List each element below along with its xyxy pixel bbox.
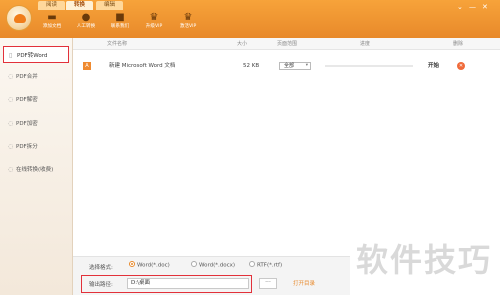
sidebar-item-pdf-decrypt[interactable]: ◌ PDF解密 (3, 91, 69, 108)
page-range-select[interactable]: 全部 ▾ (279, 62, 311, 70)
activate-vip-button[interactable]: ♛ 激活VIP (173, 12, 203, 31)
sidebar-item-pdf-encrypt[interactable]: ◌ PDF加密 (3, 115, 69, 132)
sidebar: ▯ PDF转Word ◌ PDF合并 ◌ PDF解密 ◌ PDF加密 ◌ PDF拆分 ◌ 在… (0, 38, 73, 295)
radio-rtf[interactable]: RTF(*.rtf) (249, 261, 282, 269)
chevron-down-icon: ▾ (305, 63, 308, 68)
start-button[interactable]: 开始 (428, 58, 439, 74)
merge-icon: ◌ (8, 73, 14, 80)
unlock-icon: ◌ (8, 96, 14, 103)
delete-icon[interactable]: ✕ (457, 62, 465, 70)
add-document-button[interactable]: ▬ 添加文档 (37, 12, 67, 31)
crown-icon: ♛ (183, 12, 193, 23)
column-size: 大小 (237, 41, 248, 47)
pdf-file-icon: A (83, 62, 91, 70)
app-logo (6, 5, 32, 31)
table-row[interactable]: A 新建 Microsoft Word 文档 52 KB 全部 ▾ 开始 ✕ (73, 58, 500, 74)
crown-icon: ♛ (149, 12, 159, 23)
radio-docx[interactable]: Word(*.docx) (191, 261, 235, 269)
open-directory-link[interactable]: 打开目录 (293, 279, 315, 287)
sidebar-item-pdf-split[interactable]: ◌ PDF拆分 (3, 138, 69, 155)
column-delete: 删除 (453, 41, 464, 47)
chat-icon: ■ (115, 12, 125, 23)
title-bar: 阅读 转换 编辑 ▬ 添加文档 ● 人工转换 ■ 联系我们 ♛ 升级VIP ♛ … (0, 0, 500, 38)
column-pages: 页面范围 (277, 41, 298, 47)
tab-convert[interactable]: 转换 (66, 1, 94, 10)
tab-read[interactable]: 阅读 (38, 1, 66, 10)
chevron-down-icon[interactable]: ⌄ (457, 4, 463, 11)
globe-icon: ◌ (8, 166, 14, 173)
sidebar-item-pdf-to-word[interactable]: ▯ PDF转Word (3, 46, 69, 63)
tab-edit[interactable]: 编辑 (96, 1, 124, 10)
sidebar-item-pdf-merge[interactable]: ◌ PDF合并 (3, 68, 69, 85)
progress-bar (325, 65, 413, 67)
minimize-icon[interactable]: — (469, 4, 476, 11)
format-label: 选择格式: (89, 265, 113, 271)
contact-us-button[interactable]: ■ 联系我们 (105, 12, 135, 31)
table-header: 文件名称 大小 页面范围 进度 删除 (73, 38, 500, 50)
path-highlight-box (81, 275, 252, 293)
file-name: 新建 Microsoft Word 文档 (109, 63, 176, 69)
radio-doc[interactable]: Word(*.doc) (129, 261, 170, 269)
folder-icon: ▬ (47, 12, 57, 23)
sidebar-item-online-convert[interactable]: ◌ 在线转换(收费) (3, 161, 69, 178)
watermark: 软件技巧 (350, 224, 500, 295)
browse-button[interactable]: ··· (259, 278, 277, 289)
file-size: 52 KB (243, 63, 260, 69)
column-name: 文件名称 (107, 41, 128, 47)
person-icon: ● (81, 12, 91, 23)
manual-convert-button[interactable]: ● 人工转换 (71, 12, 101, 31)
close-icon[interactable]: ✕ (482, 4, 488, 11)
column-progress: 进度 (360, 41, 371, 47)
lock-icon: ◌ (8, 120, 14, 127)
upgrade-vip-button[interactable]: ♛ 升级VIP (139, 12, 169, 31)
split-icon: ◌ (8, 143, 14, 150)
document-icon: ▯ (9, 52, 13, 59)
